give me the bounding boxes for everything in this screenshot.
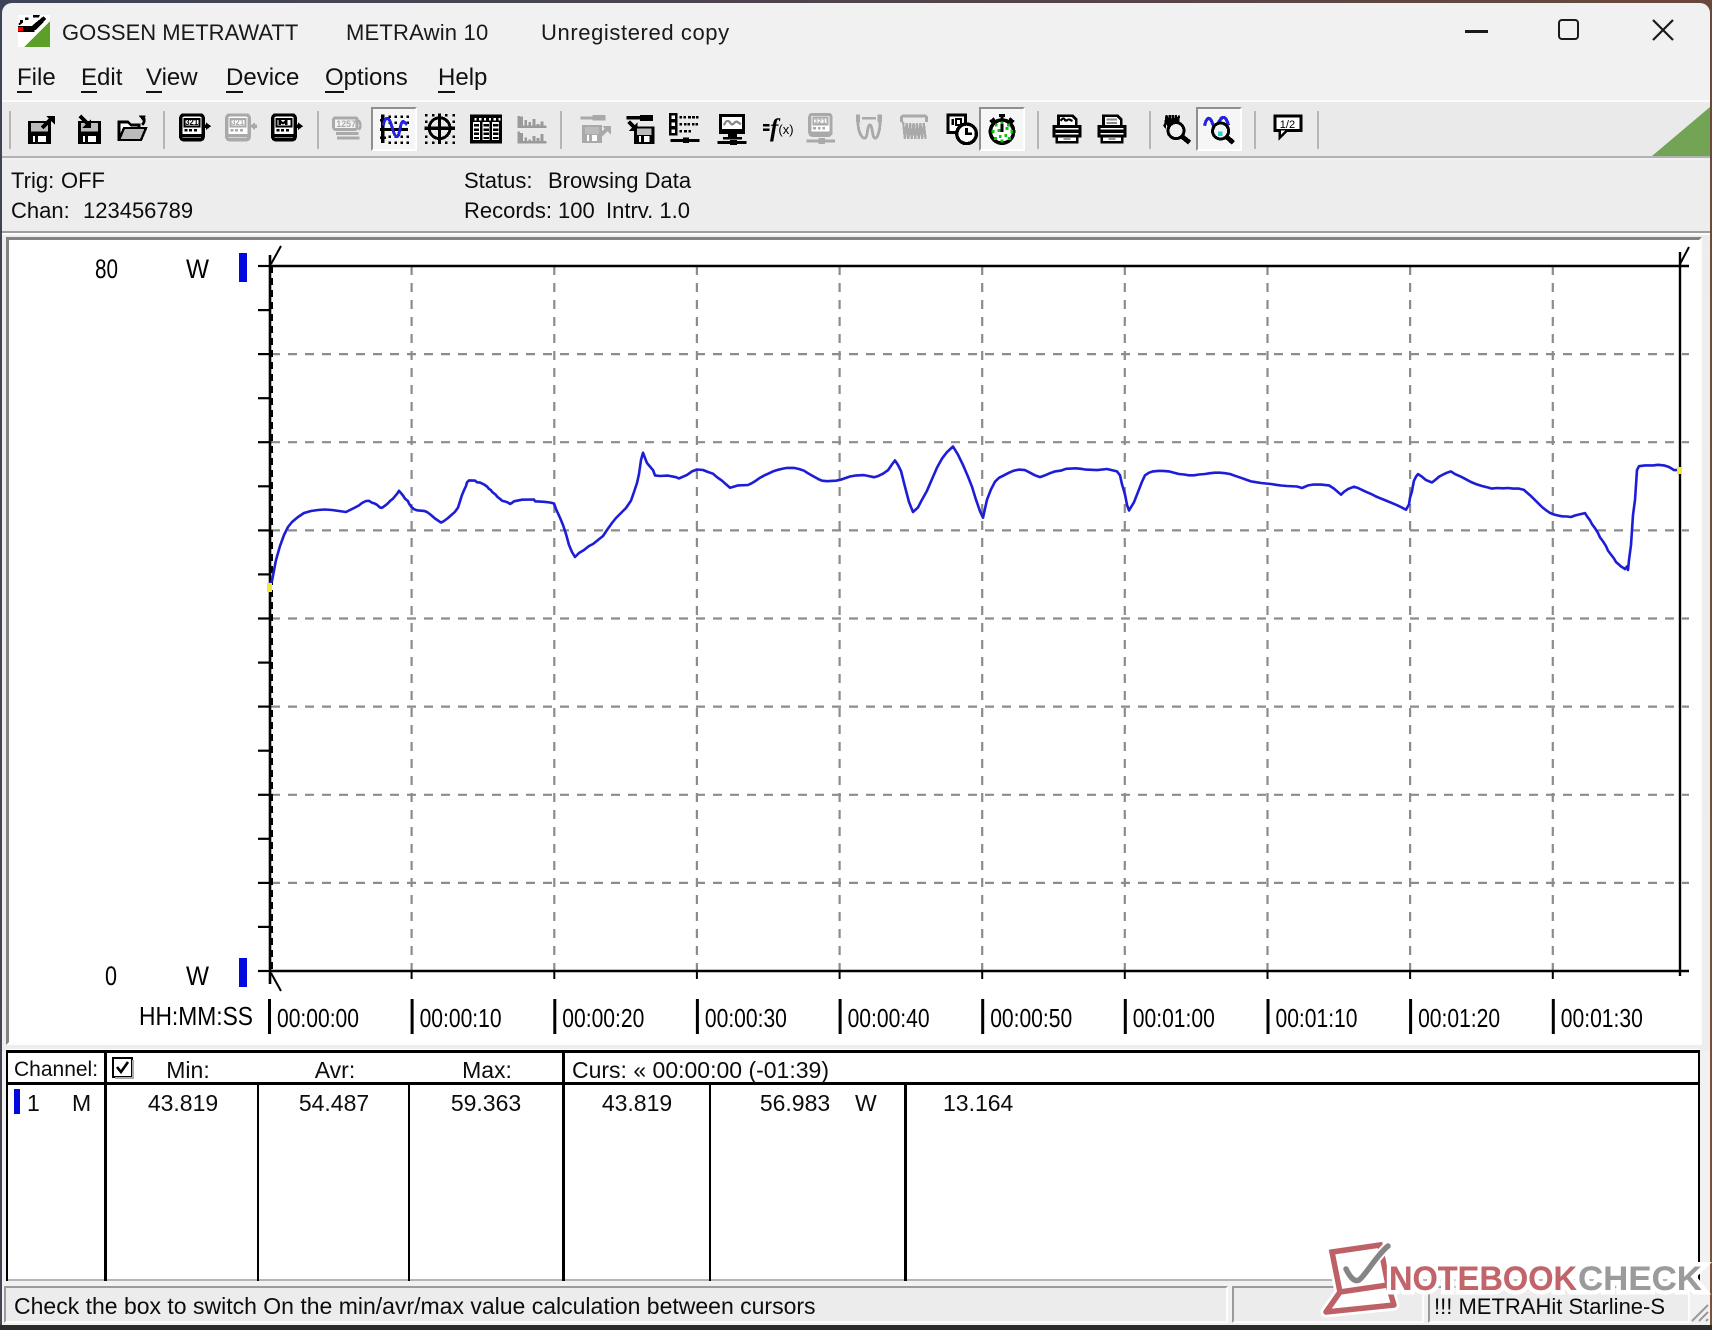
svg-text:0: 0 <box>105 961 117 991</box>
svg-text:321: 321 <box>231 118 245 127</box>
svg-text:(x): (x) <box>778 122 793 137</box>
svg-text:00:00:00: 00:00:00 <box>277 1003 359 1033</box>
svg-text:00:00:30: 00:00:30 <box>705 1003 787 1033</box>
svg-text:00:00:50: 00:00:50 <box>990 1003 1072 1033</box>
svg-text:321: 321 <box>814 116 826 125</box>
svg-text:W: W <box>186 961 209 991</box>
svg-text:00:00:10: 00:00:10 <box>420 1003 502 1033</box>
svg-text:1/2: 1/2 <box>1280 119 1295 131</box>
svg-text:1257: 1257 <box>336 119 356 129</box>
svg-text:HH:MM:SS: HH:MM:SS <box>139 1001 253 1031</box>
svg-text:80: 80 <box>95 254 118 284</box>
svg-text:00:00:40: 00:00:40 <box>848 1003 930 1033</box>
svg-text:00:01:30: 00:01:30 <box>1561 1003 1643 1033</box>
svg-text:321: 321 <box>185 118 199 127</box>
svg-text:00:01:20: 00:01:20 <box>1418 1003 1500 1033</box>
svg-text:00:01:10: 00:01:10 <box>1276 1003 1358 1033</box>
svg-text:W: W <box>186 254 209 284</box>
svg-text:00:01:00: 00:01:00 <box>1133 1003 1215 1033</box>
svg-text:00:00:20: 00:00:20 <box>562 1003 644 1033</box>
